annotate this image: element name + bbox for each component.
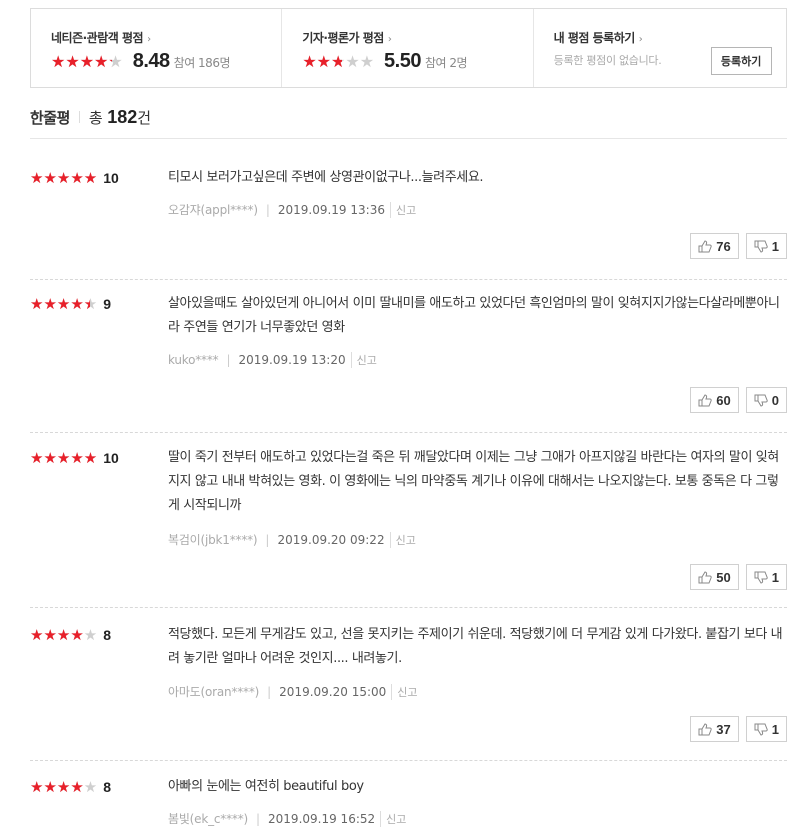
divider: | (255, 811, 261, 826)
chevron-right-icon: › (638, 34, 643, 45)
divider: | (265, 532, 270, 547)
audience-star-rating: ★★★★★★★★★★ (51, 52, 123, 71)
review-author[interactable]: kuko**** (168, 353, 219, 367)
review-date: 2019.09.20 09:22 (277, 532, 385, 547)
my-rating: 내 평점 등록하기 › 등록한 평점이 없습니다. 등록하기 (534, 9, 786, 87)
review-section-title: 한줄평 (30, 109, 70, 127)
review-score: ★★★★★★★★★★ 8 (30, 627, 111, 643)
like-button[interactable]: 60 (690, 387, 739, 413)
dislike-button[interactable]: 1 (745, 564, 787, 590)
total-label: 총 (88, 109, 103, 127)
review-text: 딸이 죽기 전부터 애도하고 있었다는걸 죽은 뒤 깨달았다며 이제는 그냥 그… (168, 450, 779, 513)
divider (30, 432, 787, 433)
review-author[interactable]: 복검이(jbk1****) (168, 531, 258, 548)
review-author[interactable]: 아마도(oran****) (168, 683, 259, 700)
dislike-button[interactable]: 1 (745, 716, 787, 742)
thumbs-up-icon (698, 722, 712, 735)
report-link[interactable]: 신고 (391, 683, 418, 700)
vote-buttons: 76 1 (690, 233, 787, 259)
score-summary: 네티즌·관람객 평점› ★★★★★★★★★★ 8.48 참여 186명 기자·평… (30, 8, 787, 88)
review-text: 아빠의 눈에는 여전히 beautiful boy (168, 779, 364, 794)
review-date: 2019.09.19 16:52 (268, 811, 376, 826)
divider: | (267, 684, 272, 699)
review-meta: 봄빛(ek_c****) | 2019.09.19 16:52 신고 (168, 810, 406, 827)
review-meta: kuko**** | 2019.09.19 13:20 신고 (168, 352, 377, 368)
divider (30, 607, 787, 608)
review-score: ★★★★★ ★★★★★ 10 (30, 450, 119, 466)
divider: | (265, 202, 270, 217)
thumbs-up-icon (698, 393, 712, 406)
divider (30, 279, 787, 280)
thumbs-down-icon (754, 723, 768, 736)
thumbs-down-icon (754, 240, 768, 253)
critic-participants: 참여 2명 (424, 56, 468, 70)
thumbs-down-icon (754, 571, 768, 584)
review-author[interactable]: 봄빛(ek_c****) (168, 810, 248, 827)
divider (30, 760, 787, 761)
like-button[interactable]: 50 (690, 564, 739, 590)
audience-score-title[interactable]: 네티즌·관람객 평점 › (51, 29, 281, 46)
review-score-value: 8 (103, 779, 112, 795)
vote-buttons: 50 1 (690, 564, 787, 590)
divider (30, 138, 787, 139)
review-date: 2019.09.19 13:36 (277, 202, 385, 217)
review-text: 적당했다. 모든게 무게감도 있고, 선을 못지키는 주제이기 쉬운데. 적당했… (168, 627, 783, 666)
divider: | (226, 353, 231, 367)
audience-score-value: 8.48 (132, 50, 170, 72)
star-rating: ★★★★★★★★★★ (30, 294, 98, 313)
review-text: 살아있을때도 살아있던게 아니어서 이미 딸내미를 애도하고 있었다던 흑인엄마… (168, 296, 780, 335)
vote-buttons: 60 0 (690, 387, 787, 413)
like-button[interactable]: 37 (690, 716, 739, 742)
divider (78, 111, 80, 123)
review-score: ★★★★★ ★★★★★ 10 (30, 170, 119, 186)
chevron-right-icon: › (387, 34, 392, 45)
star-rating: ★★★★★★★★★★ (30, 168, 98, 187)
review-header: 한줄평 총 182 건 (30, 107, 151, 128)
audience-participants: 참여 186명 (173, 56, 231, 70)
register-rating-button[interactable]: 등록하기 (710, 47, 772, 75)
critic-score-title[interactable]: 기자·평론가 평점 › (302, 29, 532, 46)
review-score: ★★★★★★★★★★ 9 (30, 296, 111, 312)
review-date: 2019.09.20 15:00 (279, 684, 387, 699)
review-count: 182 (107, 107, 138, 127)
review-meta: 아마도(oran****) | 2019.09.20 15:00 신고 (168, 683, 418, 700)
report-link[interactable]: 신고 (350, 352, 377, 368)
review-score-value: 10 (103, 170, 119, 186)
review-score-value: 10 (103, 450, 119, 466)
thumbs-up-icon (698, 570, 712, 583)
star-rating: ★★★★★★★★★★ (30, 625, 98, 644)
review-meta: 오감쟈(appl****) | 2019.09.19 13:36 신고 (168, 201, 416, 218)
star-rating: ★★★★★★★★★★ (30, 448, 98, 467)
review-author[interactable]: 오감쟈(appl****) (168, 201, 258, 218)
review-score-value: 8 (103, 627, 112, 643)
chevron-right-icon: › (147, 34, 151, 45)
my-rating-title[interactable]: 내 평점 등록하기 › (554, 29, 786, 46)
thumbs-down-icon (754, 394, 768, 407)
review-meta: 복검이(jbk1****) | 2019.09.20 09:22 신고 (168, 531, 416, 548)
vote-buttons: 37 1 (690, 716, 787, 742)
report-link[interactable]: 신고 (389, 531, 416, 548)
star-rating: ★★★★★★★★★★ (30, 777, 98, 796)
critic-score-value: 5.50 (384, 50, 421, 72)
report-link[interactable]: 신고 (389, 201, 416, 218)
critic-star-rating: ★★★★★★★★★★ (302, 52, 375, 71)
dislike-button[interactable]: 1 (745, 233, 787, 259)
like-button[interactable]: 76 (690, 233, 739, 259)
review-date: 2019.09.19 13:20 (238, 353, 346, 367)
review-score: ★★★★★★★★★★ 8 (30, 779, 111, 795)
audience-score: 네티즌·관람객 평점› ★★★★★★★★★★ 8.48 참여 186명 (31, 9, 283, 87)
critic-score: 기자·평론가 평점› ★★★★★★★★★★ 5.50 참여 2명 (282, 9, 534, 87)
count-unit: 건 (137, 109, 152, 127)
review-text: 티모시 보러가고싶은데 주변에 상영관이없구나...늘려주세요. (168, 170, 484, 185)
thumbs-up-icon (698, 239, 712, 252)
review-score-value: 9 (103, 296, 112, 312)
report-link[interactable]: 신고 (380, 810, 406, 827)
dislike-button[interactable]: 0 (745, 387, 787, 413)
